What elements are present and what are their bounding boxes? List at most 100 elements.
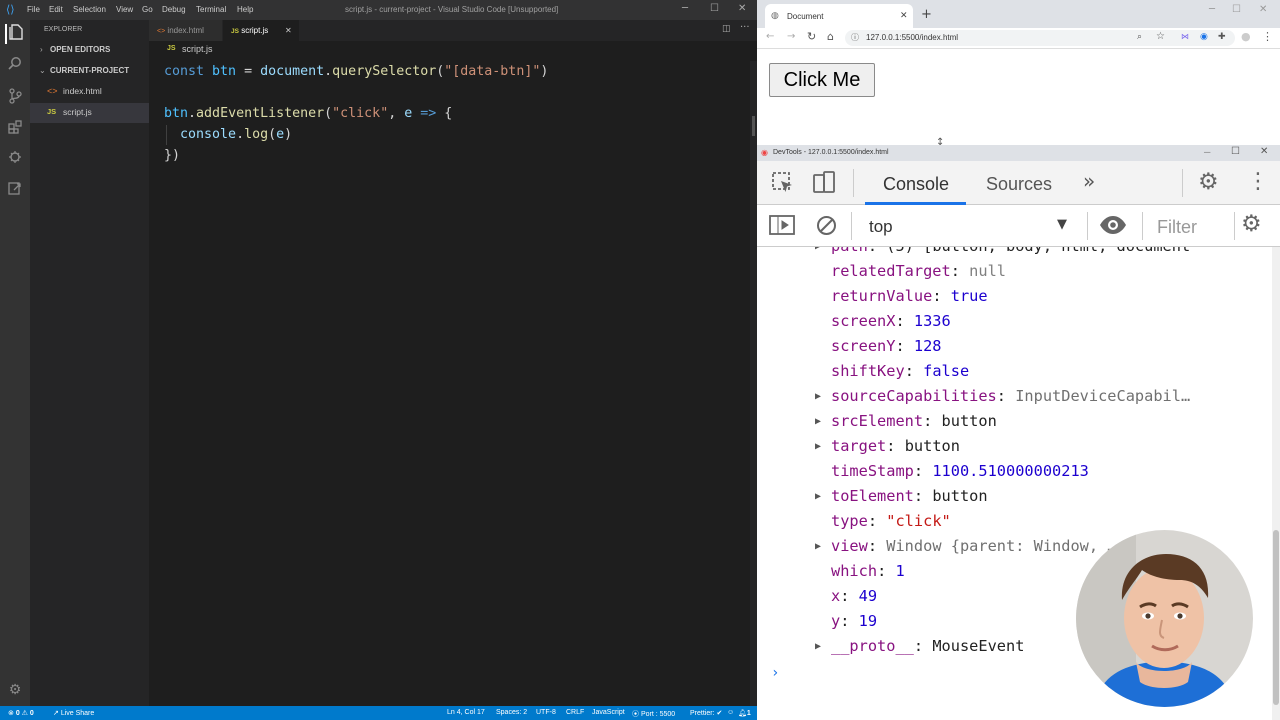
maximize-icon[interactable]: ☐ — [1232, 4, 1241, 15]
menu-file[interactable]: File — [27, 5, 40, 14]
more-actions-icon[interactable]: ··· — [740, 22, 750, 33]
explorer-icon[interactable] — [5, 24, 25, 44]
info-icon[interactable]: ⓘ — [851, 32, 859, 43]
clear-console-icon[interactable] — [816, 215, 837, 240]
inspect-element-icon[interactable] — [771, 171, 795, 199]
console-property-row[interactable]: ▶ srcElement: button — [815, 409, 997, 434]
tab-close-icon[interactable]: ✕ — [900, 10, 908, 21]
console-property-row[interactable]: ▶ sourceCapabilities: InputDeviceCapabil… — [815, 384, 1190, 409]
extensions-icon[interactable] — [5, 120, 25, 140]
live-expression-eye-icon[interactable] — [1099, 215, 1127, 239]
menu-terminal[interactable]: Terminal — [196, 5, 226, 14]
expand-triangle-icon[interactable]: ▶ — [815, 484, 821, 509]
notifications-badge[interactable]: 🔔︎1 — [738, 709, 751, 717]
encoding[interactable]: UTF-8 — [536, 709, 556, 716]
expand-triangle-icon[interactable]: ▶ — [815, 534, 821, 559]
zoom-icon[interactable]: ⌕ — [1137, 31, 1142, 42]
debug-icon[interactable] — [5, 150, 25, 170]
maximize-icon[interactable]: ☐ — [710, 3, 719, 14]
close-icon[interactable]: ✕ — [1260, 146, 1268, 157]
customize-menu-icon[interactable]: ⋮ — [1247, 169, 1269, 194]
project-folder-header[interactable]: CURRENT-PROJECT — [50, 66, 129, 75]
maximize-icon[interactable]: ☐ — [1231, 146, 1240, 157]
expand-triangle-icon[interactable]: ▶ — [815, 634, 821, 659]
open-editors-header[interactable]: OPEN EDITORS — [50, 45, 110, 54]
cursor-position[interactable]: Ln 4, Col 17 — [447, 709, 485, 716]
bookmark-star-icon[interactable]: ☆ — [1156, 31, 1165, 42]
editor-scrollbar[interactable] — [750, 61, 757, 706]
live-server-port[interactable]: ⦿ Port : 5500 — [632, 709, 675, 719]
minimize-icon[interactable]: ─ — [682, 3, 688, 14]
code-editor[interactable]: const btn = document.querySelector("[dat… — [149, 61, 757, 706]
profile-avatar-icon[interactable]: ● — [1241, 30, 1251, 43]
forward-icon[interactable]: → — [787, 31, 795, 42]
close-icon[interactable]: ✕ — [1259, 4, 1267, 15]
live-share-status[interactable]: ↗ Live Share — [53, 709, 94, 717]
context-selector[interactable]: top ▼ — [857, 210, 1075, 242]
console-property-row[interactable]: ▶ view: Window {parent: Window, … — [815, 534, 1117, 559]
file-item-index-html[interactable]: <> index.html — [30, 82, 149, 102]
split-editor-icon[interactable]: ◫ — [722, 24, 731, 34]
scrollbar-thumb[interactable] — [1273, 530, 1279, 705]
console-property-row[interactable]: ▶ __proto__: MouseEvent — [815, 634, 1024, 659]
search-icon[interactable] — [5, 56, 25, 76]
indentation[interactable]: Spaces: 2 — [496, 709, 527, 716]
breadcrumb-file[interactable]: script.js — [182, 44, 213, 54]
tab-console[interactable]: Console — [883, 174, 949, 195]
new-tab-icon[interactable]: + — [921, 7, 932, 22]
extensions-puzzle-icon[interactable]: ✚ — [1218, 31, 1226, 42]
settings-gear-icon[interactable]: ⚙ — [1198, 169, 1219, 195]
home-icon[interactable]: ⌂ — [827, 30, 834, 43]
live-share-icon[interactable] — [5, 181, 25, 201]
menu-help[interactable]: Help — [237, 5, 253, 14]
back-icon[interactable]: ← — [766, 31, 774, 42]
console-property-row[interactable]: ▶ toElement: button — [815, 484, 988, 509]
console-scrollbar[interactable] — [1272, 247, 1280, 720]
menu-view[interactable]: View — [116, 5, 133, 14]
file-item-script-js[interactable]: JS script.js — [30, 103, 149, 123]
close-icon[interactable]: ✕ — [738, 3, 746, 14]
browser-tab[interactable]: ◍ Document ✕ — [765, 4, 913, 28]
tab-script-js[interactable]: JS script.js ✕ — [223, 20, 299, 41]
browser-menu-icon[interactable]: ⋮ — [1262, 30, 1273, 43]
code-line-4: console.log(e) — [180, 127, 293, 142]
menu-go[interactable]: Go — [142, 5, 153, 14]
menu-debug[interactable]: Debug — [162, 5, 186, 14]
extension-icon[interactable]: ◉ — [1200, 31, 1208, 42]
source-control-icon[interactable] — [5, 88, 25, 108]
expand-triangle-icon[interactable]: ▶ — [815, 409, 821, 434]
language-mode[interactable]: JavaScript — [592, 709, 625, 716]
menu-edit[interactable]: Edit — [49, 5, 63, 14]
problems-count[interactable]: ⊗ 0 ⚠ 0 — [8, 709, 34, 717]
feedback-icon[interactable]: ☺ — [727, 709, 734, 716]
tab-close-icon[interactable]: ✕ — [285, 20, 292, 41]
menu-selection[interactable]: Selection — [73, 5, 106, 14]
minimize-icon[interactable]: ─ — [1204, 147, 1210, 157]
prettier-status[interactable]: Prettier: ✔ — [690, 709, 722, 717]
expand-triangle-icon[interactable]: ▶ — [815, 434, 821, 459]
show-sidebar-icon[interactable] — [769, 214, 795, 240]
chevron-down-icon[interactable]: ⌄ — [39, 66, 46, 75]
chevron-right-icon[interactable]: › — [40, 45, 43, 54]
device-toolbar-icon[interactable] — [812, 171, 836, 199]
console-property-row[interactable]: ▶path: (5) [button, body, html, document — [815, 247, 1190, 259]
settings-gear-icon[interactable]: ⚙ — [5, 680, 25, 700]
filter-input[interactable]: Filter — [1147, 210, 1227, 242]
expand-triangle-icon[interactable]: ▶ — [815, 247, 821, 259]
devtools-tabbar: Console Sources » ⚙ ⋮ — [757, 161, 1280, 205]
html-file-icon: <> — [157, 28, 166, 35]
extension-icon[interactable]: ⋈ — [1181, 32, 1189, 41]
scrollbar-thumb[interactable] — [752, 116, 755, 136]
console-prompt-icon[interactable]: › — [771, 665, 779, 681]
click-me-button[interactable]: Click Me — [769, 63, 875, 97]
tab-index-html[interactable]: <> index.html — [149, 20, 222, 41]
more-tabs-icon[interactable]: » — [1083, 169, 1095, 193]
line-ending[interactable]: CRLF — [566, 709, 584, 716]
console-settings-gear-icon[interactable]: ⚙ — [1241, 211, 1262, 237]
minimize-icon[interactable]: ─ — [1209, 4, 1215, 15]
expand-triangle-icon[interactable]: ▶ — [815, 384, 821, 409]
console-property-row[interactable]: ▶ target: button — [815, 434, 960, 459]
address-bar[interactable]: ⓘ 127.0.0.1:5500/index.html ⌕ ☆ ⋈ ◉ ✚ — [845, 30, 1235, 46]
reload-icon[interactable]: ↻ — [807, 30, 816, 43]
tab-sources[interactable]: Sources — [986, 174, 1052, 195]
